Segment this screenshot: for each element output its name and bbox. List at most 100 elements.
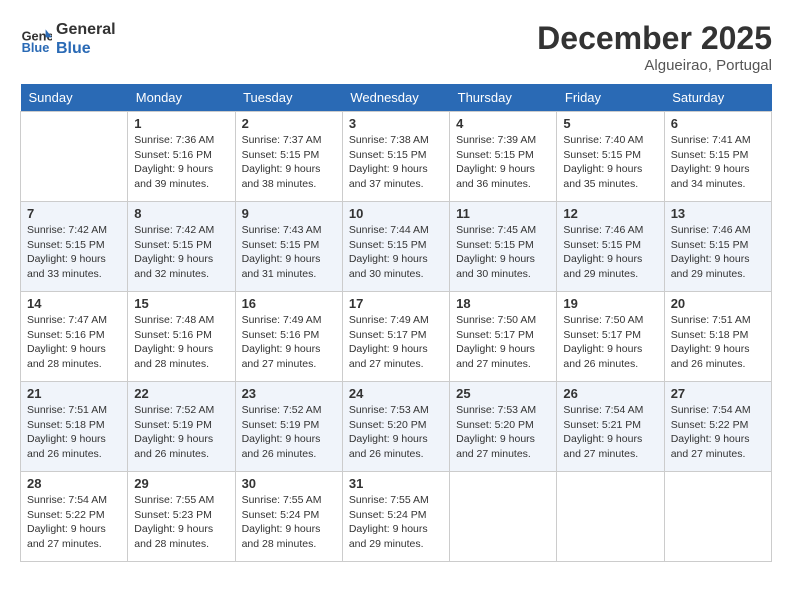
calendar-cell: 14 Sunrise: 7:47 AMSunset: 5:16 PMDayligh… bbox=[21, 292, 128, 382]
logo-line2: Blue bbox=[56, 39, 116, 58]
logo: General Blue General Blue bbox=[20, 20, 116, 58]
day-number: 16 bbox=[242, 296, 336, 311]
day-number: 3 bbox=[349, 116, 443, 131]
calendar-cell: 1Sunrise: 7:36 AMSunset: 5:16 PMDaylight… bbox=[128, 112, 235, 202]
day-number: 6 bbox=[671, 116, 765, 131]
day-info: Sunrise: 7:51 AMSunset: 5:18 PMDaylight:… bbox=[671, 313, 765, 372]
day-number: 12 bbox=[563, 206, 657, 221]
calendar-cell: 11 Sunrise: 7:45 AMSunset: 5:15 PMDayligh… bbox=[450, 202, 557, 292]
day-number: 25 bbox=[456, 386, 550, 401]
calendar-cell: 30 Sunrise: 7:55 AMSunset: 5:24 PMDayligh… bbox=[235, 472, 342, 562]
day-info: Sunrise: 7:46 AMSunset: 5:15 PMDaylight:… bbox=[671, 223, 765, 282]
weekday-header-friday: Friday bbox=[557, 84, 664, 112]
day-number: 9 bbox=[242, 206, 336, 221]
day-number: 15 bbox=[134, 296, 228, 311]
calendar-cell bbox=[664, 472, 771, 562]
day-number: 19 bbox=[563, 296, 657, 311]
week-row-3: 14 Sunrise: 7:47 AMSunset: 5:16 PMDayligh… bbox=[21, 292, 772, 382]
calendar-cell: 24 Sunrise: 7:53 AMSunset: 5:20 PMDayligh… bbox=[342, 382, 449, 472]
day-info: Sunrise: 7:48 AMSunset: 5:16 PMDaylight:… bbox=[134, 313, 228, 372]
calendar-cell: 8 Sunrise: 7:42 AMSunset: 5:15 PMDaylight… bbox=[128, 202, 235, 292]
day-info: Sunrise: 7:42 AMSunset: 5:15 PMDaylight:… bbox=[134, 223, 228, 282]
day-info: Sunrise: 7:55 AMSunset: 5:24 PMDaylight:… bbox=[349, 493, 443, 552]
logo-line1: General bbox=[56, 20, 116, 39]
day-number: 7 bbox=[27, 206, 121, 221]
day-number: 21 bbox=[27, 386, 121, 401]
month-title: December 2025 bbox=[537, 20, 772, 57]
calendar-cell: 6 Sunrise: 7:41 AMSunset: 5:15 PMDaylight… bbox=[664, 112, 771, 202]
page-header: General Blue General Blue December 2025 … bbox=[20, 20, 772, 74]
calendar-cell: 26 Sunrise: 7:54 AMSunset: 5:21 PMDayligh… bbox=[557, 382, 664, 472]
day-number: 18 bbox=[456, 296, 550, 311]
calendar-cell bbox=[557, 472, 664, 562]
day-info: Sunrise: 7:52 AMSunset: 5:19 PMDaylight:… bbox=[242, 403, 336, 462]
weekday-header-tuesday: Tuesday bbox=[235, 84, 342, 112]
day-info: Sunrise: 7:41 AMSunset: 5:15 PMDaylight:… bbox=[671, 133, 765, 192]
day-info: Sunrise: 7:53 AMSunset: 5:20 PMDaylight:… bbox=[349, 403, 443, 462]
day-info: Sunrise: 7:47 AMSunset: 5:16 PMDaylight:… bbox=[27, 313, 121, 372]
day-number: 24 bbox=[349, 386, 443, 401]
day-info: Sunrise: 7:39 AMSunset: 5:15 PMDaylight:… bbox=[456, 133, 550, 192]
day-info: Sunrise: 7:46 AMSunset: 5:15 PMDaylight:… bbox=[563, 223, 657, 282]
day-number: 23 bbox=[242, 386, 336, 401]
day-number: 26 bbox=[563, 386, 657, 401]
calendar-cell: 18Sunrise: 7:50 AMSunset: 5:17 PMDayligh… bbox=[450, 292, 557, 382]
day-info: Sunrise: 7:53 AMSunset: 5:20 PMDaylight:… bbox=[456, 403, 550, 462]
day-number: 13 bbox=[671, 206, 765, 221]
calendar-cell: 22Sunrise: 7:52 AMSunset: 5:19 PMDayligh… bbox=[128, 382, 235, 472]
day-info: Sunrise: 7:54 AMSunset: 5:22 PMDaylight:… bbox=[27, 493, 121, 552]
calendar-cell: 13 Sunrise: 7:46 AMSunset: 5:15 PMDayligh… bbox=[664, 202, 771, 292]
week-row-2: 7 Sunrise: 7:42 AMSunset: 5:15 PMDaylight… bbox=[21, 202, 772, 292]
day-info: Sunrise: 7:54 AMSunset: 5:21 PMDaylight:… bbox=[563, 403, 657, 462]
logo-icon: General Blue bbox=[20, 23, 52, 55]
calendar-cell: 23 Sunrise: 7:52 AMSunset: 5:19 PMDayligh… bbox=[235, 382, 342, 472]
day-number: 22 bbox=[134, 386, 228, 401]
title-section: December 2025 Algueirao, Portugal bbox=[537, 20, 772, 74]
calendar-cell: 17 Sunrise: 7:49 AMSunset: 5:17 PMDayligh… bbox=[342, 292, 449, 382]
day-number: 27 bbox=[671, 386, 765, 401]
day-number: 29 bbox=[134, 476, 228, 491]
location-subtitle: Algueirao, Portugal bbox=[537, 57, 772, 74]
day-info: Sunrise: 7:51 AMSunset: 5:18 PMDaylight:… bbox=[27, 403, 121, 462]
calendar-cell: 12 Sunrise: 7:46 AMSunset: 5:15 PMDayligh… bbox=[557, 202, 664, 292]
calendar-cell: 7 Sunrise: 7:42 AMSunset: 5:15 PMDaylight… bbox=[21, 202, 128, 292]
calendar-cell: 25 Sunrise: 7:53 AMSunset: 5:20 PMDayligh… bbox=[450, 382, 557, 472]
calendar-cell bbox=[21, 112, 128, 202]
day-number: 14 bbox=[27, 296, 121, 311]
day-info: Sunrise: 7:40 AMSunset: 5:15 PMDaylight:… bbox=[563, 133, 657, 192]
weekday-header-sunday: Sunday bbox=[21, 84, 128, 112]
day-info: Sunrise: 7:50 AMSunset: 5:17 PMDaylight:… bbox=[563, 313, 657, 372]
day-number: 10 bbox=[349, 206, 443, 221]
day-number: 17 bbox=[349, 296, 443, 311]
weekday-header-monday: Monday bbox=[128, 84, 235, 112]
calendar-table: SundayMondayTuesdayWednesdayThursdayFrid… bbox=[20, 84, 772, 562]
day-info: Sunrise: 7:38 AMSunset: 5:15 PMDaylight:… bbox=[349, 133, 443, 192]
calendar-cell: 3 Sunrise: 7:38 AMSunset: 5:15 PMDaylight… bbox=[342, 112, 449, 202]
day-info: Sunrise: 7:54 AMSunset: 5:22 PMDaylight:… bbox=[671, 403, 765, 462]
calendar-cell: 9 Sunrise: 7:43 AMSunset: 5:15 PMDaylight… bbox=[235, 202, 342, 292]
week-row-4: 21 Sunrise: 7:51 AMSunset: 5:18 PMDayligh… bbox=[21, 382, 772, 472]
calendar-cell: 29 Sunrise: 7:55 AMSunset: 5:23 PMDayligh… bbox=[128, 472, 235, 562]
day-number: 1 bbox=[134, 116, 228, 131]
day-info: Sunrise: 7:49 AMSunset: 5:17 PMDaylight:… bbox=[349, 313, 443, 372]
week-row-5: 28 Sunrise: 7:54 AMSunset: 5:22 PMDayligh… bbox=[21, 472, 772, 562]
day-info: Sunrise: 7:49 AMSunset: 5:16 PMDaylight:… bbox=[242, 313, 336, 372]
day-info: Sunrise: 7:45 AMSunset: 5:15 PMDaylight:… bbox=[456, 223, 550, 282]
day-number: 8 bbox=[134, 206, 228, 221]
day-info: Sunrise: 7:37 AMSunset: 5:15 PMDaylight:… bbox=[242, 133, 336, 192]
day-number: 28 bbox=[27, 476, 121, 491]
day-info: Sunrise: 7:55 AMSunset: 5:23 PMDaylight:… bbox=[134, 493, 228, 552]
day-number: 30 bbox=[242, 476, 336, 491]
day-info: Sunrise: 7:42 AMSunset: 5:15 PMDaylight:… bbox=[27, 223, 121, 282]
day-number: 11 bbox=[456, 206, 550, 221]
day-info: Sunrise: 7:55 AMSunset: 5:24 PMDaylight:… bbox=[242, 493, 336, 552]
weekday-header-saturday: Saturday bbox=[664, 84, 771, 112]
calendar-cell: 21 Sunrise: 7:51 AMSunset: 5:18 PMDayligh… bbox=[21, 382, 128, 472]
calendar-cell: 27 Sunrise: 7:54 AMSunset: 5:22 PMDayligh… bbox=[664, 382, 771, 472]
calendar-cell: 5 Sunrise: 7:40 AMSunset: 5:15 PMDaylight… bbox=[557, 112, 664, 202]
day-number: 5 bbox=[563, 116, 657, 131]
day-info: Sunrise: 7:43 AMSunset: 5:15 PMDaylight:… bbox=[242, 223, 336, 282]
day-number: 31 bbox=[349, 476, 443, 491]
calendar-cell: 10Sunrise: 7:44 AMSunset: 5:15 PMDayligh… bbox=[342, 202, 449, 292]
day-number: 20 bbox=[671, 296, 765, 311]
